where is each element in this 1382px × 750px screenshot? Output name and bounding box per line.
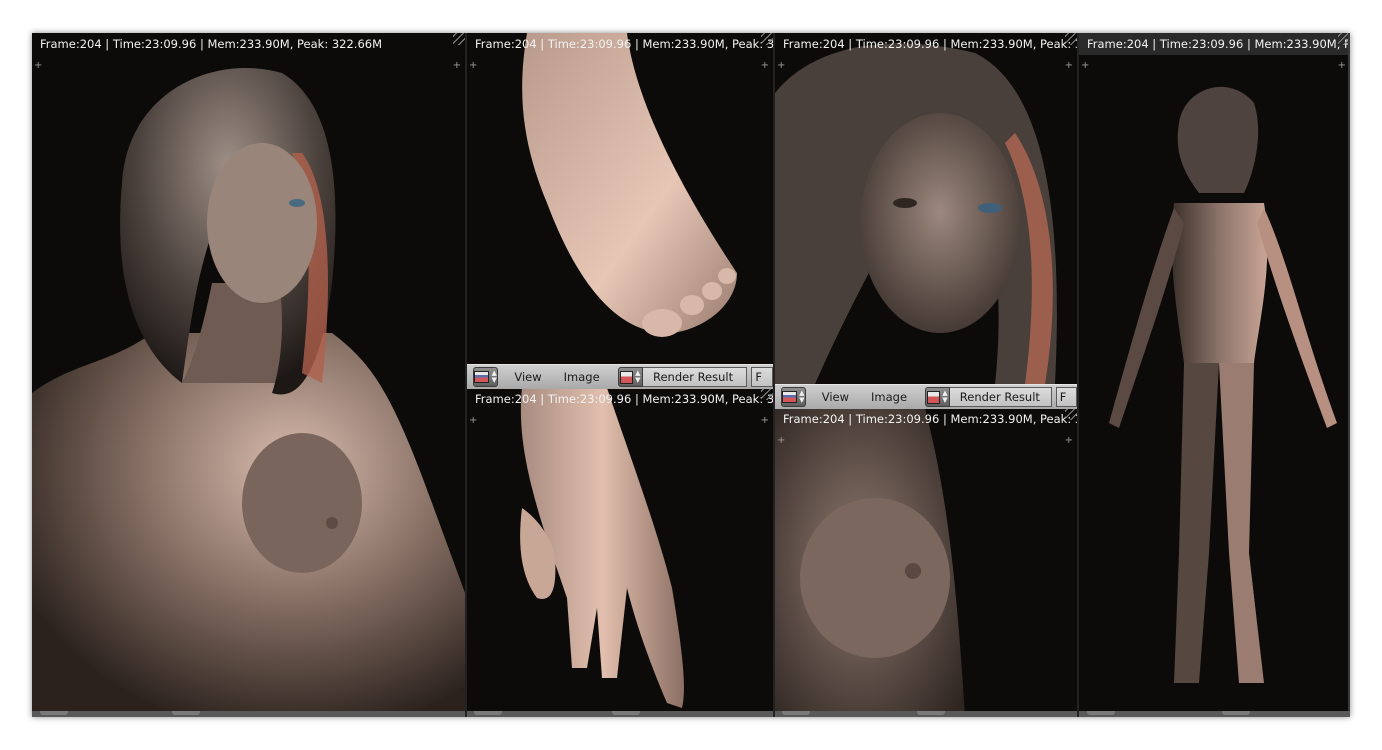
image-editor-icon bbox=[474, 371, 490, 383]
image-name-field[interactable]: Render Result bbox=[949, 387, 1052, 407]
plus-icon[interactable]: + bbox=[1081, 61, 1089, 71]
image-browse-icon bbox=[927, 390, 941, 404]
area-divider[interactable] bbox=[1077, 33, 1079, 717]
plus-icon[interactable]: + bbox=[1065, 436, 1073, 446]
menu-view[interactable]: View bbox=[506, 370, 555, 384]
menu-image[interactable]: Image bbox=[863, 390, 921, 404]
plus-icon[interactable]: + bbox=[34, 61, 42, 71]
editor-type-selector-stub[interactable] bbox=[782, 711, 810, 715]
render-info-text: Frame:204 | Time:23:09.96 | Mem:233.90M,… bbox=[1079, 33, 1350, 55]
editor-type-selector[interactable]: ▲ ▼ bbox=[781, 387, 806, 407]
plus-icon[interactable]: + bbox=[761, 416, 769, 426]
render-view-hand[interactable]: Frame:204 | Time:23:09.96 | Mem:233.90M,… bbox=[467, 388, 773, 717]
render-chest-image bbox=[775, 408, 965, 717]
render-info-text: Frame:204 | Time:23:09.96 | Mem:233.90M,… bbox=[475, 392, 773, 406]
image-name-field[interactable]: Render Result bbox=[642, 367, 748, 387]
menu-view[interactable]: View bbox=[814, 390, 863, 404]
menu-stub[interactable] bbox=[1222, 711, 1250, 715]
up-down-arrows-icon: ▲ ▼ bbox=[635, 369, 641, 384]
menu-stub[interactable] bbox=[172, 711, 200, 715]
plus-icon[interactable]: + bbox=[453, 61, 461, 71]
area-divider[interactable] bbox=[465, 33, 467, 717]
area-split-corner-icon[interactable] bbox=[761, 33, 773, 45]
render-face-image bbox=[775, 43, 1057, 384]
render-view-chest[interactable]: Frame:204 | Time:23:09.96 | Mem:233.90M,… bbox=[775, 408, 1077, 717]
render-hand-image bbox=[520, 388, 684, 708]
editor-type-selector-stub[interactable] bbox=[474, 711, 502, 715]
render-full-body-image bbox=[1109, 86, 1337, 683]
area-split-corner-icon[interactable] bbox=[1065, 33, 1077, 45]
image-editor-header: ▲ ▼ View Image ▲ ▼ Render Result F bbox=[467, 364, 773, 389]
editor-type-selector-stub[interactable] bbox=[40, 711, 68, 715]
image-editor-icon bbox=[782, 391, 798, 403]
up-down-arrows-icon: ▲ ▼ bbox=[491, 369, 497, 384]
render-foot-image bbox=[522, 33, 737, 337]
image-browse-button[interactable]: ▲ ▼ bbox=[925, 387, 950, 407]
plus-icon[interactable]: + bbox=[469, 416, 477, 426]
render-info-text: Frame:204 | Time:23:09.96 | Mem:233.90M,… bbox=[475, 37, 773, 51]
image-editor-header: ▲ ▼ View Image ▲ ▼ Render Result F bbox=[775, 384, 1077, 409]
up-down-arrows-icon: ▲ ▼ bbox=[799, 389, 805, 404]
editor-type-selector-stub[interactable] bbox=[1087, 711, 1115, 715]
plus-icon[interactable]: + bbox=[777, 61, 785, 71]
render-view-full-body[interactable]: Frame:204 | Time:23:09.96 | Mem:233.90M,… bbox=[1079, 33, 1350, 717]
plus-icon[interactable]: + bbox=[761, 61, 769, 71]
area-split-corner-icon[interactable] bbox=[761, 388, 773, 400]
render-info-text: Frame:204 | Time:23:09.96 | Mem:233.90M,… bbox=[783, 37, 1077, 51]
menu-stub[interactable] bbox=[917, 711, 945, 715]
render-view-foot[interactable]: Frame:204 | Time:23:09.96 | Mem:233.90M,… bbox=[467, 33, 773, 364]
plus-icon[interactable]: + bbox=[469, 61, 477, 71]
up-down-arrows-icon: ▲ ▼ bbox=[942, 389, 948, 404]
fake-user-button[interactable]: F bbox=[1055, 387, 1077, 407]
window-edge bbox=[1348, 33, 1350, 717]
render-view-face[interactable]: Frame:204 | Time:23:09.96 | Mem:233.90M,… bbox=[775, 33, 1077, 384]
plus-icon[interactable]: + bbox=[1338, 61, 1346, 71]
area-split-corner-icon[interactable] bbox=[1065, 408, 1077, 420]
render-info-text: Frame:204 | Time:23:09.96 | Mem:233.90M,… bbox=[783, 412, 1077, 426]
fake-user-button[interactable]: F bbox=[751, 367, 773, 387]
plus-icon[interactable]: + bbox=[1065, 61, 1073, 71]
plus-icon[interactable]: + bbox=[777, 436, 785, 446]
render-torso-image bbox=[32, 67, 465, 717]
area-divider[interactable] bbox=[773, 33, 775, 717]
image-browse-button[interactable]: ▲ ▼ bbox=[617, 367, 643, 387]
menu-stub[interactable] bbox=[612, 711, 640, 715]
blender-window: Frame:204 | Time:23:09.96 | Mem:233.90M,… bbox=[32, 33, 1350, 717]
editor-type-selector[interactable]: ▲ ▼ bbox=[473, 367, 499, 387]
bottom-header-strip bbox=[32, 711, 1350, 717]
area-split-corner-icon[interactable] bbox=[453, 33, 465, 45]
menu-image[interactable]: Image bbox=[556, 370, 614, 384]
render-view-torso[interactable]: Frame:204 | Time:23:09.96 | Mem:233.90M,… bbox=[32, 33, 465, 717]
image-browse-icon bbox=[620, 370, 634, 384]
render-info-text: Frame:204 | Time:23:09.96 | Mem:233.90M,… bbox=[40, 37, 383, 51]
